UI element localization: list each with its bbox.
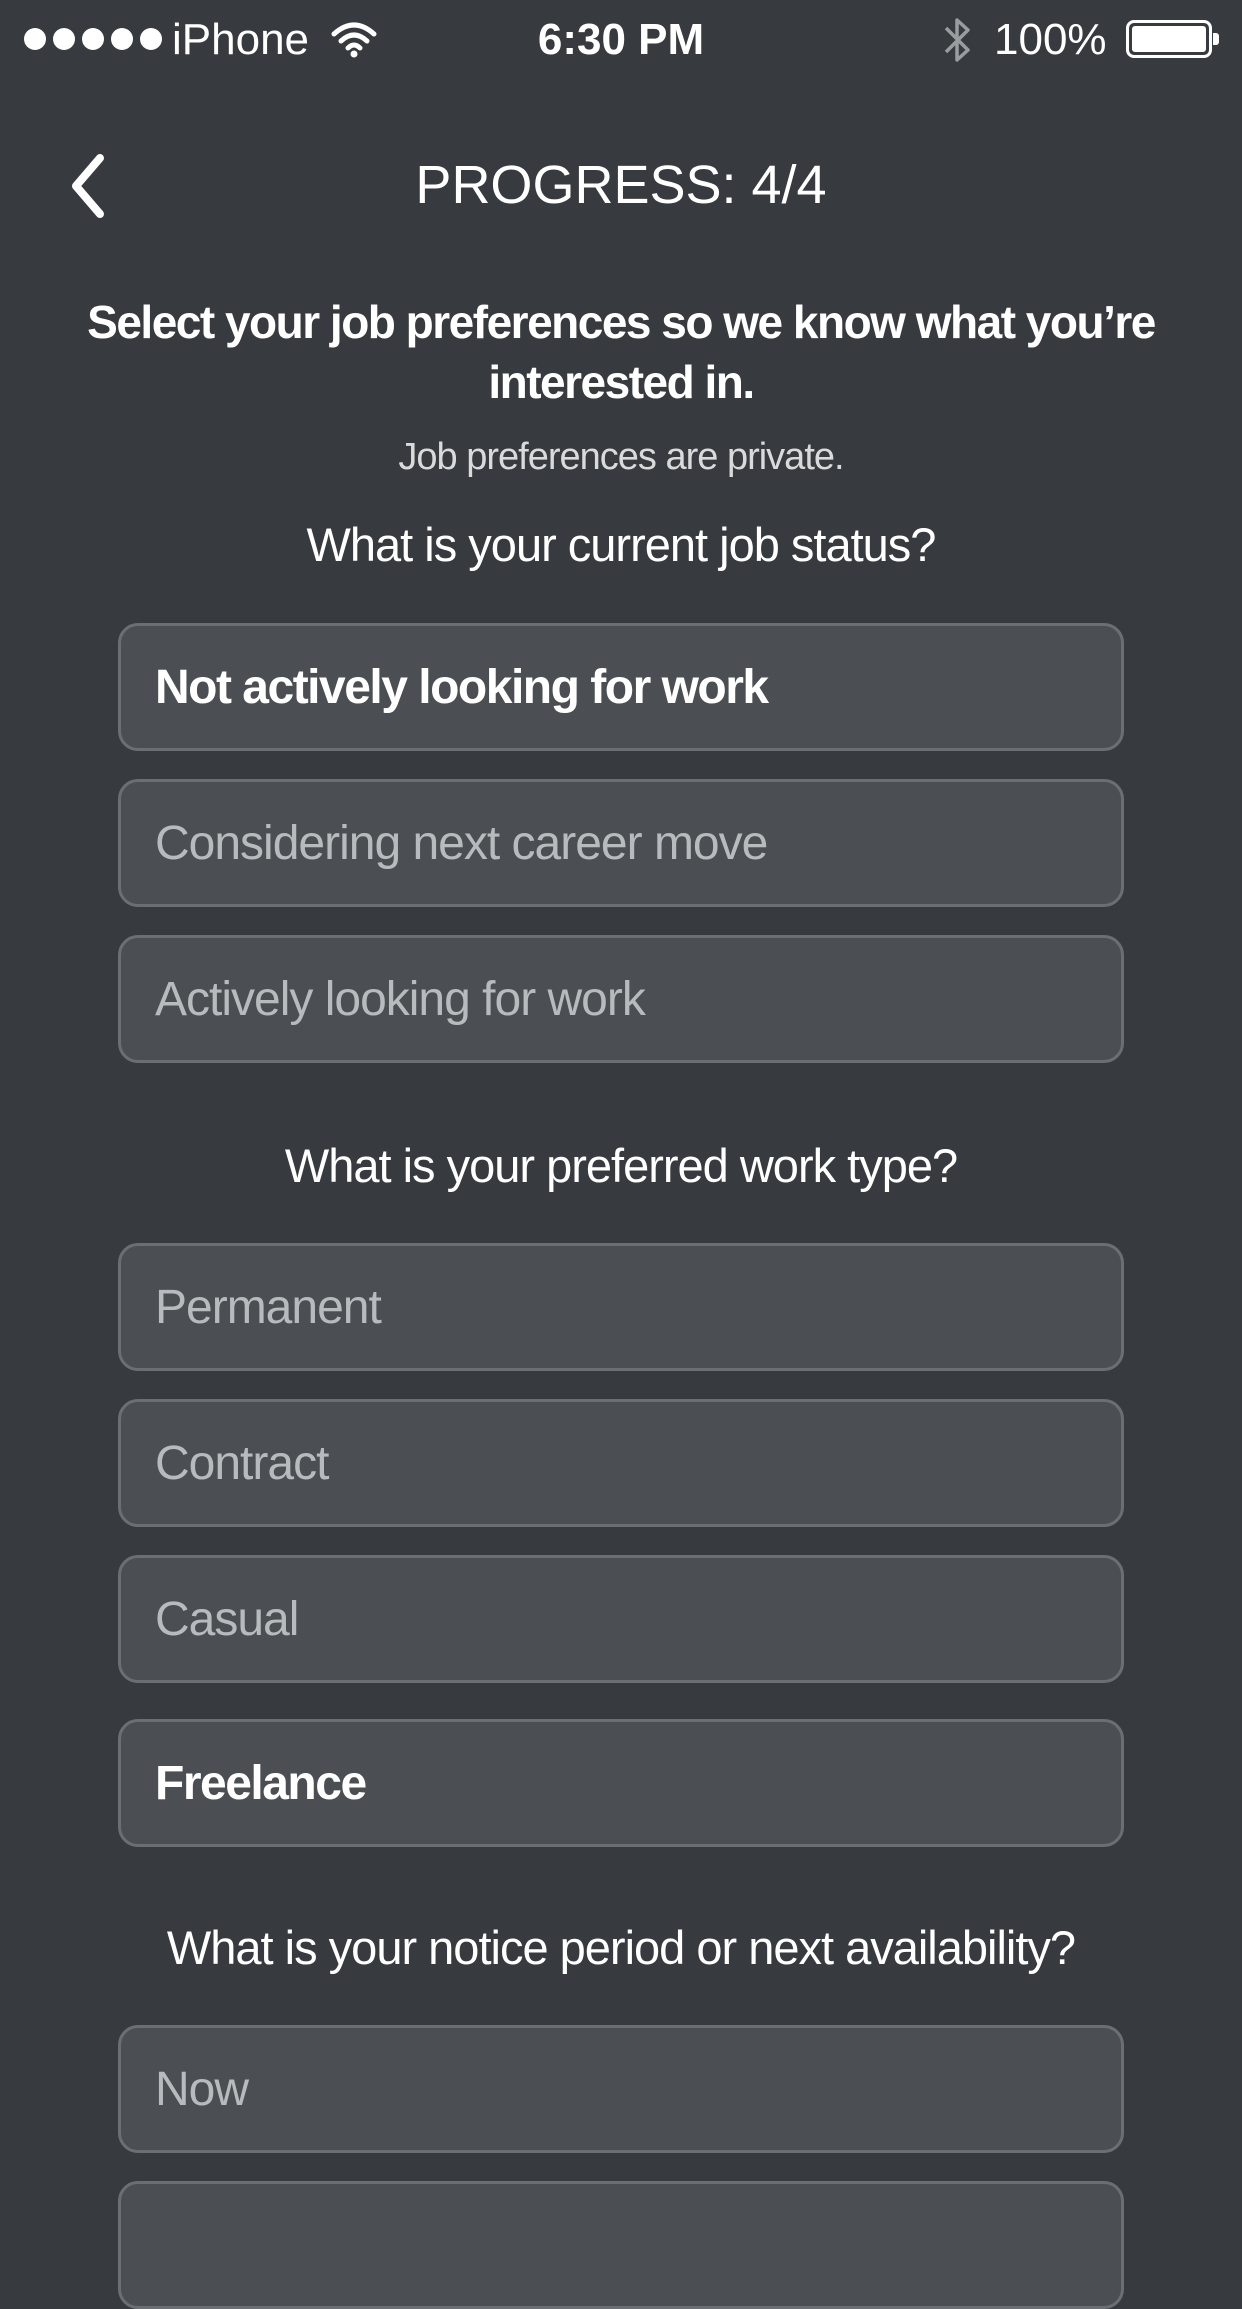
- option-label: Actively looking for work: [155, 972, 646, 1026]
- option-permanent[interactable]: Permanent: [118, 1243, 1124, 1371]
- option-considering-next-move[interactable]: Considering next career move: [118, 779, 1124, 907]
- battery-percent: 100%: [994, 15, 1107, 64]
- progress-title: PROGRESS: 4/4: [415, 155, 827, 215]
- option-label: Now: [155, 2062, 249, 2116]
- question-availability: What is your notice period or next avail…: [166, 1921, 1076, 1974]
- option-casual[interactable]: Casual: [118, 1555, 1124, 1683]
- question-job-status: What is your current job status?: [306, 518, 937, 571]
- option-label: Considering next career move: [155, 816, 768, 870]
- battery-icon: [1126, 20, 1219, 58]
- option-label: Not actively looking for work: [155, 660, 769, 714]
- option-actively-looking[interactable]: Actively looking for work: [118, 935, 1124, 1063]
- question-work-type: What is your preferred work type?: [284, 1139, 958, 1192]
- status-bar: iPhone 6:30 PM 100%: [0, 0, 1242, 80]
- privacy-note: Job preferences are private.: [398, 436, 844, 478]
- option-freelance[interactable]: Freelance: [118, 1719, 1124, 1847]
- option-contract[interactable]: Contract: [118, 1399, 1124, 1527]
- option-next-availability[interactable]: [118, 2181, 1124, 2309]
- option-label: Contract: [155, 1436, 329, 1490]
- option-label: Permanent: [155, 1280, 382, 1334]
- option-label: Freelance: [155, 1756, 367, 1810]
- intro-heading: Select your job preferences so we know w…: [87, 296, 1156, 408]
- option-now[interactable]: Now: [118, 2025, 1124, 2153]
- option-not-actively-looking[interactable]: Not actively looking for work: [118, 623, 1124, 751]
- option-label: Casual: [155, 1592, 299, 1646]
- bluetooth-icon: [940, 14, 974, 77]
